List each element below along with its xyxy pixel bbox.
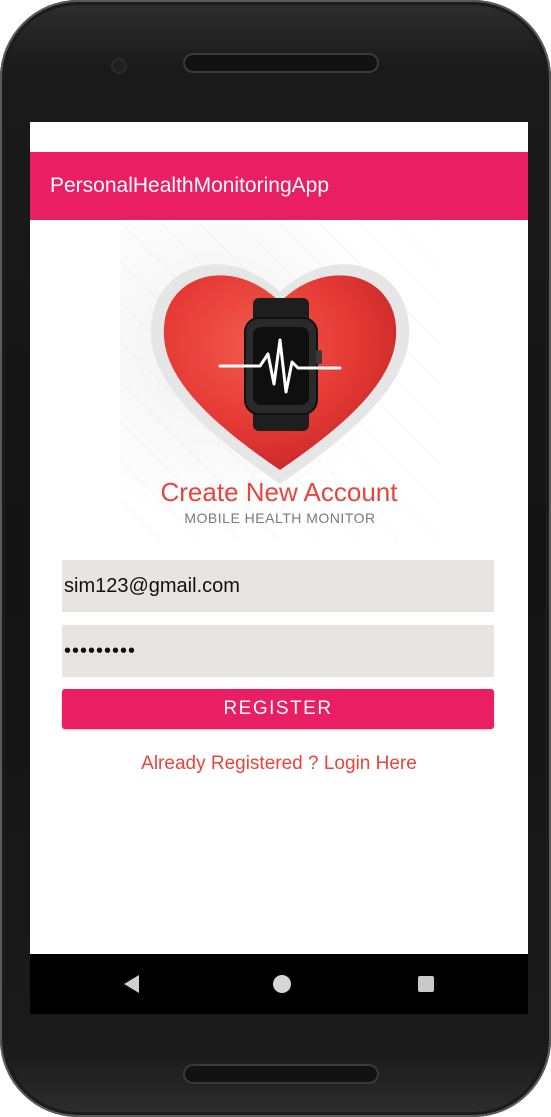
front-camera	[113, 60, 125, 72]
top-speaker	[183, 53, 379, 73]
app-title: PersonalHealthMonitoringApp	[50, 174, 329, 197]
phone-frame: PersonalHealthMonitoringApp MOBILE HEALT…	[0, 0, 551, 1117]
login-link[interactable]: Already Registered ? Login Here	[30, 753, 528, 775]
bottom-speaker	[183, 1064, 379, 1084]
password-field[interactable]	[62, 625, 494, 677]
create-account-heading: Create New Account	[160, 477, 398, 507]
register-button[interactable]: REGISTER	[62, 689, 494, 729]
app-screen: PersonalHealthMonitoringApp MOBILE HEALT…	[30, 122, 528, 1014]
logo-caption: MOBILE HEALTH MONITOR	[184, 510, 376, 526]
recent-apps-icon[interactable]	[418, 976, 434, 992]
app-bar: PersonalHealthMonitoringApp	[30, 152, 528, 220]
watch-crown	[316, 350, 322, 364]
home-icon[interactable]	[273, 975, 291, 993]
back-icon[interactable]	[124, 975, 139, 993]
status-bar	[30, 122, 528, 152]
navigation-bar	[30, 954, 528, 1014]
email-field[interactable]	[62, 560, 494, 612]
